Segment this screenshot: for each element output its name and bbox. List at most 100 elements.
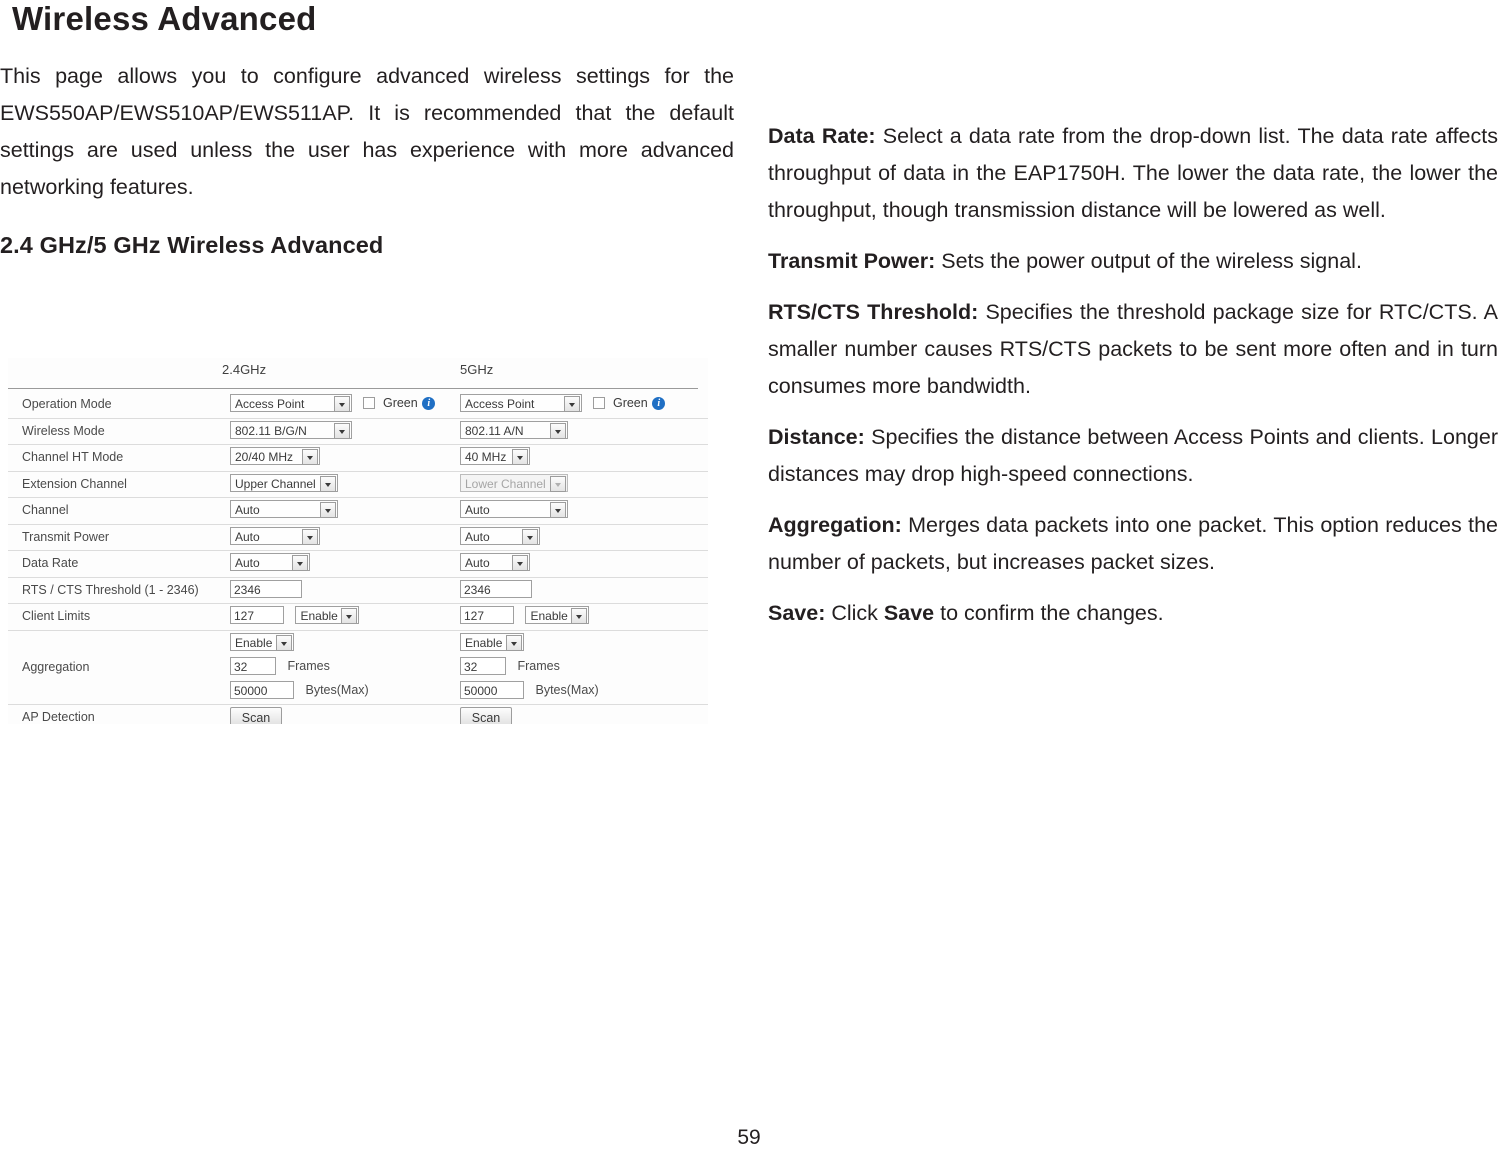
aggregation-frames-input-24[interactable]: 32 [230, 656, 276, 675]
definition-term-rts-cts-threshold: RTS/CTS Threshold: [768, 300, 979, 324]
definition-term-transmit-power: Transmit Power: [768, 249, 936, 273]
chevron-down-icon[interactable] [512, 555, 528, 571]
channel-select-24[interactable]: Auto [230, 500, 338, 518]
chevron-down-icon[interactable] [564, 396, 580, 412]
aggregation-bytes-unit-5: Bytes(Max) [535, 682, 599, 697]
client-limits-state-select-5[interactable]: Enable [525, 606, 590, 624]
client-limits-input-5[interactable]: 127 [460, 606, 514, 624]
client-limits-state-select-24[interactable]: Enable [295, 606, 360, 624]
rts-cts-input-5[interactable]: 2346 [460, 579, 532, 598]
definition-transmit-power: Transmit Power: Sets the power output of… [768, 243, 1498, 280]
header-divider [8, 388, 698, 389]
aggregation-bytes-line-5: 50000 Bytes(Max) [460, 680, 599, 705]
transmit-power-select-24[interactable]: Auto [230, 526, 320, 545]
data-rate-value-5: Auto [465, 556, 490, 570]
definition-text-data-rate: Select a data rate from the drop-down li… [768, 124, 1498, 222]
green-checkbox-24[interactable] [363, 397, 376, 409]
cell-extension-channel-5: Lower Channel [460, 473, 568, 492]
scan-button-24[interactable]: Scan [230, 706, 282, 724]
client-limits-state-value-5: Enable [530, 609, 568, 623]
data-rate-value-24: Auto [235, 556, 260, 570]
chevron-down-icon[interactable] [320, 475, 336, 492]
rts-cts-input-24[interactable]: 2346 [230, 579, 302, 598]
extension-channel-select-5[interactable]: Lower Channel [460, 473, 568, 492]
chevron-down-icon[interactable] [334, 422, 350, 439]
extension-channel-select-24[interactable]: Upper Channel [230, 473, 338, 492]
transmit-power-select-5[interactable]: Auto [460, 526, 540, 545]
chevron-down-icon[interactable] [302, 528, 318, 545]
row-wireless-mode: Wireless Mode 802.11 B/G/N 802.11 A/N [8, 419, 708, 445]
info-icon-5[interactable]: i [652, 396, 666, 410]
cell-client-limits-24: 127 Enable [230, 606, 360, 624]
wireless-mode-select-24[interactable]: 802.11 B/G/N [230, 420, 352, 439]
chevron-down-icon[interactable] [512, 449, 528, 465]
aggregation-bytes-input-24[interactable]: 50000 [230, 680, 294, 699]
green-checkbox-5[interactable] [593, 397, 606, 409]
chevron-down-icon[interactable] [550, 422, 566, 439]
chevron-down-icon[interactable] [341, 608, 358, 624]
aggregation-state-select-24[interactable]: Enable [230, 632, 294, 651]
channel-select-5[interactable]: Auto [460, 500, 568, 518]
scan-button-5[interactable]: Scan [460, 706, 512, 724]
client-limits-state-value-24: Enable [300, 609, 338, 623]
chevron-down-icon[interactable] [506, 634, 522, 651]
aggregation-bytes-unit-24: Bytes(Max) [305, 682, 369, 697]
cell-aggregation-24: Enable 32 Frames 50000 Bytes(Max) [230, 632, 369, 705]
row-data-rate: Data Rate Auto Auto [8, 551, 708, 578]
cell-operation-mode-24: Access Point Green i [230, 394, 436, 412]
cell-transmit-power-24: Auto [230, 526, 320, 545]
operation-mode-select-5[interactable]: Access Point [460, 394, 582, 412]
operation-mode-select-24[interactable]: Access Point [230, 394, 352, 412]
info-icon-24[interactable]: i [422, 396, 436, 410]
aggregation-frames-unit-5: Frames [517, 658, 560, 673]
channel-ht-mode-value-5: 40 MHz [465, 450, 507, 464]
definition-distance: Distance: Specifies the distance between… [768, 419, 1498, 493]
row-label-aggregation: Aggregation [22, 659, 90, 674]
chevron-down-icon[interactable] [550, 502, 566, 518]
transmit-power-value-24: Auto [235, 529, 260, 544]
chevron-down-icon[interactable] [522, 528, 538, 545]
cell-wireless-mode-24: 802.11 B/G/N [230, 420, 352, 439]
cell-extension-channel-24: Upper Channel [230, 473, 338, 492]
cell-rts-cts-5: 2346 [460, 579, 532, 598]
row-channel: Channel Auto Auto [8, 498, 708, 525]
data-rate-select-5[interactable]: Auto [460, 553, 530, 571]
column-header-5ghz: 5GHz [460, 362, 494, 377]
chevron-down-icon[interactable] [334, 396, 350, 412]
chevron-down-icon[interactable] [302, 449, 318, 465]
definition-term-save: Save: [768, 601, 826, 625]
cell-channel-ht-mode-24: 20/40 MHz [230, 447, 320, 465]
definition-term-data-rate: Data Rate: [768, 124, 876, 148]
wireless-mode-value-24: 802.11 B/G/N [235, 423, 307, 438]
chevron-down-icon[interactable] [292, 555, 308, 571]
wireless-mode-select-5[interactable]: 802.11 A/N [460, 420, 568, 439]
chevron-down-icon[interactable] [550, 475, 566, 492]
cell-ap-detection-5: Scan [460, 706, 512, 724]
definition-rts-cts-threshold: RTS/CTS Threshold: Specifies the thresho… [768, 294, 1498, 405]
row-channel-ht-mode: Channel HT Mode 20/40 MHz 40 MHz [8, 445, 708, 472]
chevron-down-icon[interactable] [571, 608, 588, 624]
aggregation-frames-unit-24: Frames [287, 658, 330, 673]
row-label-ap-detection: AP Detection [22, 709, 95, 724]
operation-mode-value-5: Access Point [465, 397, 535, 411]
section-subheading: 2.4 GHz/5 GHz Wireless Advanced [0, 232, 384, 258]
data-rate-select-24[interactable]: Auto [230, 553, 310, 571]
aggregation-frames-input-5[interactable]: 32 [460, 656, 506, 675]
cell-wireless-mode-5: 802.11 A/N [460, 420, 568, 439]
client-limits-input-24[interactable]: 127 [230, 606, 284, 624]
chevron-down-icon[interactable] [276, 634, 292, 651]
page-title: Wireless Advanced [12, 0, 317, 37]
channel-ht-mode-select-5[interactable]: 40 MHz [460, 447, 530, 465]
channel-ht-mode-select-24[interactable]: 20/40 MHz [230, 447, 320, 465]
aggregation-bytes-input-5[interactable]: 50000 [460, 680, 524, 699]
definition-data-rate: Data Rate: Select a data rate from the d… [768, 118, 1498, 229]
cell-channel-5: Auto [460, 500, 568, 518]
channel-ht-mode-value-24: 20/40 MHz [235, 450, 294, 464]
chevron-down-icon[interactable] [320, 502, 336, 518]
aggregation-state-select-5[interactable]: Enable [460, 632, 524, 651]
cell-data-rate-24: Auto [230, 553, 310, 571]
save-post-text: to confirm the changes. [934, 601, 1164, 625]
definition-term-distance: Distance: [768, 425, 865, 449]
wireless-mode-value-5: 802.11 A/N [465, 423, 524, 438]
cell-transmit-power-5: Auto [460, 526, 540, 545]
